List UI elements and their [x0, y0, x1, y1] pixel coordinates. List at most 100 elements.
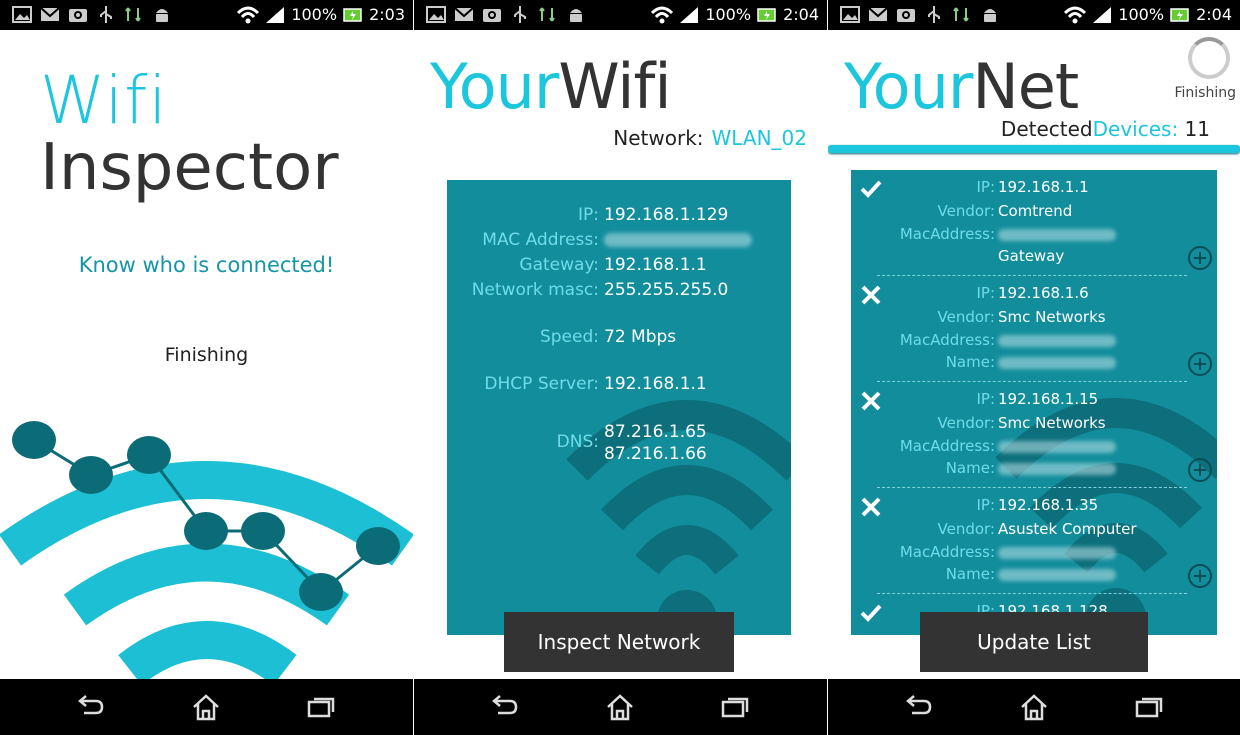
network-label: Network: [613, 126, 704, 150]
back-icon[interactable] [488, 693, 520, 721]
add-circle-icon[interactable] [1187, 245, 1213, 271]
usb-icon [514, 6, 526, 23]
back-icon[interactable] [74, 693, 106, 721]
detected-count: 11 [1184, 117, 1210, 141]
ip-label: IP: [578, 205, 599, 225]
device-role: Gateway [998, 247, 1065, 265]
app-logo: YourNet [844, 56, 1079, 118]
camera-icon [69, 9, 87, 22]
mac-value-redacted [998, 225, 1116, 243]
dhcp-value: 192.168.1.1 [604, 374, 707, 394]
email-icon [454, 7, 474, 21]
ip-value: 192.168.1.15 [998, 390, 1099, 408]
status-bar: 100% 2:04 [414, 0, 827, 30]
home-icon[interactable] [604, 693, 636, 721]
data-sync-icon [953, 7, 969, 22]
name-label: Name: [945, 353, 995, 371]
gallery-icon [840, 6, 860, 23]
battery-icon [343, 7, 362, 22]
dhcp-label: DHCP Server: [484, 374, 599, 394]
inspect-network-button[interactable]: Inspect Network [504, 612, 734, 672]
spinner-label: Finishing [1174, 85, 1236, 101]
name-label: Name: [945, 565, 995, 583]
app-title-line1: Wifi [40, 62, 168, 139]
nav-bar [0, 679, 413, 735]
nav-bar [414, 679, 827, 735]
mask-label: Network masc: [471, 280, 599, 300]
update-list-button[interactable]: Update List [920, 612, 1148, 672]
gateway-label: Gateway: [519, 255, 599, 275]
status-bar: 100% 2:03 [0, 0, 413, 30]
name-value-redacted [998, 459, 1116, 477]
data-sync-icon [125, 7, 141, 22]
add-circle-icon[interactable] [1187, 457, 1213, 483]
mac-value-redacted [604, 230, 752, 250]
home-icon[interactable] [1018, 693, 1050, 721]
signal-icon [266, 6, 285, 23]
detected-label: Detected [1000, 117, 1093, 141]
speed-label: Speed: [539, 327, 599, 347]
vendor-label: Vendor: [937, 202, 996, 220]
vendor-value: Smc Networks [998, 414, 1106, 432]
recent-apps-icon[interactable] [719, 693, 751, 721]
cross-icon [861, 497, 881, 517]
mac-label: MacAddress: [899, 225, 995, 243]
usb-icon [928, 6, 940, 23]
your-wifi-screen: 100% 2:04 YourWifi Network: WLAN_02 IP: 19… [414, 0, 827, 735]
status-bar: 100% 2:04 [828, 0, 1240, 30]
data-sync-icon [539, 7, 555, 22]
device-list[interactable]: IP: 192.168.1.1 Vendor: Comtrend MacAddres… [851, 170, 1217, 635]
logo-part2: Wifi [558, 50, 671, 123]
loading-status: Finishing [164, 344, 249, 366]
battery-percent: 100% [291, 5, 338, 24]
network-info-card: IP: 192.168.1.129 MAC Address: Gateway: 19… [447, 180, 791, 635]
camera-icon [897, 9, 915, 22]
android-icon [156, 9, 168, 22]
add-circle-icon[interactable] [1187, 563, 1213, 589]
name-value-redacted [998, 565, 1116, 583]
device-item[interactable]: IP: 192.168.1.35 Vendor: Asustek Computer … [851, 488, 1217, 594]
email-icon [40, 7, 60, 21]
scan-progress-bar [828, 145, 1240, 153]
mac-value-redacted [998, 543, 1116, 561]
clock: 2:04 [783, 5, 819, 24]
wifi-icon [651, 6, 674, 23]
android-icon [984, 9, 996, 22]
mac-label: MAC Address: [482, 230, 599, 250]
check-icon [860, 180, 882, 198]
back-icon[interactable] [902, 693, 934, 721]
usb-icon [100, 6, 112, 23]
android-icon [570, 9, 582, 22]
logo-part1: Your [430, 50, 559, 123]
tagline: Know who is connected! [78, 253, 335, 277]
ip-value: 192.168.1.6 [998, 284, 1089, 302]
device-item[interactable]: IP: 192.168.1.1 Vendor: Comtrend MacAddres… [851, 170, 1217, 276]
vendor-label: Vendor: [937, 414, 996, 432]
mask-value: 255.255.255.0 [604, 280, 729, 300]
ip-label: IP: [976, 390, 995, 408]
mac-label: MacAddress: [899, 437, 995, 455]
gallery-icon [426, 6, 446, 23]
logo-part2: Net [972, 50, 1079, 123]
recent-apps-icon[interactable] [1133, 693, 1165, 721]
detected-devices: DetectedDevices: 11 [1001, 117, 1210, 141]
ip-value: 192.168.1.35 [998, 496, 1099, 514]
progress-spinner [1188, 37, 1230, 79]
dns-value-1: 87.216.1.65 [604, 422, 707, 442]
logo-part1: Your [844, 50, 973, 123]
home-icon[interactable] [190, 693, 222, 721]
device-item[interactable]: IP: 192.168.1.15 Vendor: Smc Networks MacA… [851, 382, 1217, 488]
battery-icon [757, 7, 776, 22]
devices-label: Devices: [1092, 117, 1179, 141]
check-icon [860, 604, 882, 622]
dns-label: DNS: [556, 432, 599, 452]
add-circle-icon[interactable] [1187, 351, 1213, 377]
mac-value-redacted [998, 331, 1116, 349]
ip-label: IP: [976, 284, 995, 302]
recent-apps-icon[interactable] [305, 693, 337, 721]
device-item[interactable]: IP: 192.168.1.6 Vendor: Smc Networks MacAd… [851, 276, 1217, 382]
camera-icon [483, 9, 501, 22]
cross-icon [861, 391, 881, 411]
vendor-value: Asustek Computer [998, 520, 1137, 538]
network-value: WLAN_02 [711, 126, 807, 150]
